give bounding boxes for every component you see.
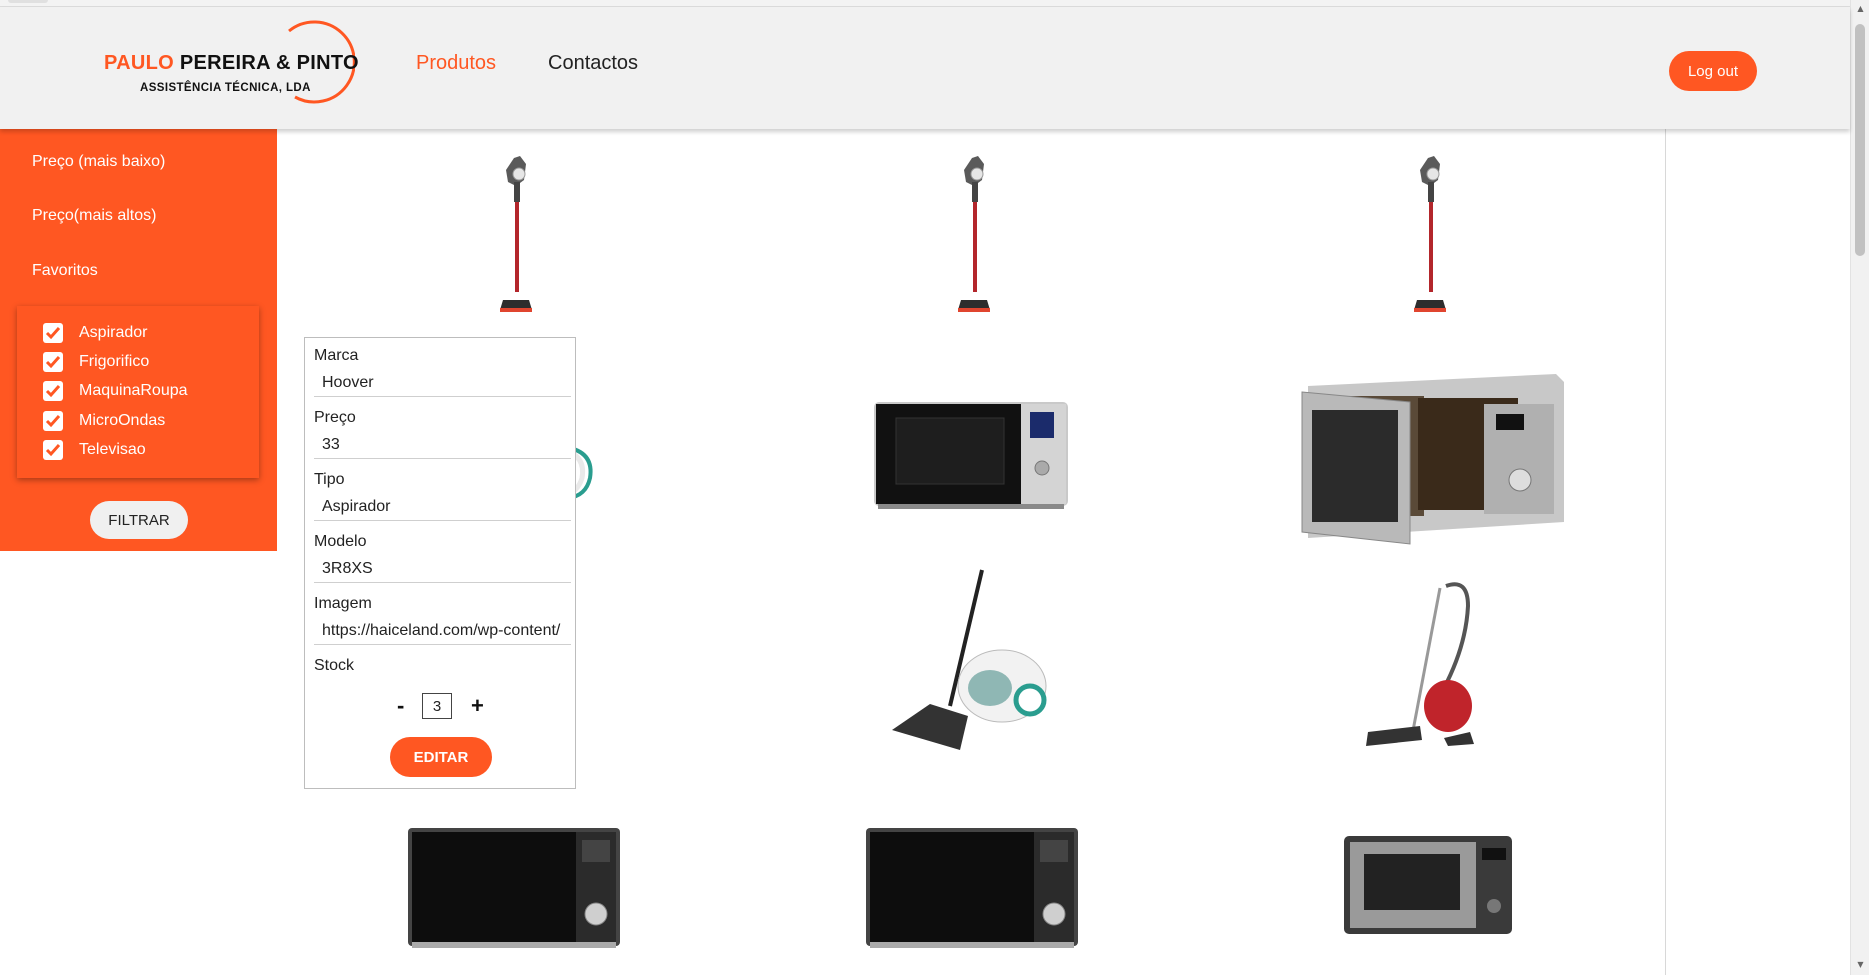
- checkbox[interactable]: [43, 381, 63, 401]
- checkmark-icon: [45, 415, 61, 428]
- microwave-black-icon[interactable]: [864, 826, 1080, 952]
- modelo-label: Modelo: [314, 533, 367, 550]
- checkmark-icon: [45, 385, 61, 398]
- nav-contactos-link[interactable]: Contactos: [548, 52, 638, 75]
- filter-aspirador[interactable]: Aspirador: [43, 322, 147, 344]
- site-header: PAULO PEREIRA & PINTO ASSISTÊNCIA TÉCNIC…: [0, 7, 1850, 129]
- checkbox[interactable]: [43, 352, 63, 372]
- microwave-grey-icon[interactable]: [1342, 834, 1514, 938]
- checkmark-icon: [45, 444, 61, 457]
- stock-value-field[interactable]: 3: [422, 693, 452, 719]
- stick-vacuum-icon[interactable]: [1400, 152, 1460, 322]
- sort-price-high-link[interactable]: Preço(mais altos): [32, 207, 156, 225]
- page-scrollbar[interactable]: ▲ ▼: [1850, 0, 1869, 975]
- filter-televisao[interactable]: Televisao: [43, 439, 146, 461]
- stock-decrement-button[interactable]: -: [397, 693, 404, 719]
- filter-label: MaquinaRoupa: [79, 382, 188, 399]
- imagem-label: Imagem: [314, 595, 372, 612]
- browser-top-strip: [0, 0, 1850, 7]
- company-logo[interactable]: PAULO PEREIRA & PINTO ASSISTÊNCIA TÉCNIC…: [104, 19, 364, 119]
- microwave-black-icon[interactable]: [872, 400, 1070, 512]
- scrollbar-thumb[interactable]: [1855, 24, 1865, 256]
- canister-vacuum-icon[interactable]: [890, 566, 1052, 754]
- filter-label: MicroOndas: [79, 412, 166, 429]
- modelo-field[interactable]: [314, 555, 571, 583]
- canister-vacuum-red-icon[interactable]: [1360, 576, 1490, 756]
- filter-frigorifico[interactable]: Frigorifico: [43, 351, 149, 373]
- logo-name: PAULO PEREIRA & PINTO: [104, 52, 359, 75]
- favorites-link[interactable]: Favoritos: [32, 262, 98, 280]
- browser-tab-stub: [8, 0, 48, 3]
- sort-price-low-link[interactable]: Preço (mais baixo): [32, 153, 165, 171]
- stock-label: Stock: [314, 657, 355, 674]
- marca-field[interactable]: [314, 369, 571, 397]
- checkbox[interactable]: [43, 323, 63, 343]
- stock-increment-button[interactable]: +: [471, 693, 484, 719]
- nav-produtos-link[interactable]: Produtos: [416, 52, 496, 75]
- preco-label: Preço: [314, 409, 356, 426]
- logout-button[interactable]: Log out: [1669, 51, 1757, 91]
- filter-label: Aspirador: [79, 324, 148, 341]
- edit-product-button[interactable]: EDITAR: [390, 737, 492, 777]
- logo-subtitle: ASSISTÊNCIA TÉCNICA, LDA: [140, 82, 311, 94]
- logo-name-rest: PEREIRA & PINTO: [179, 52, 359, 74]
- stick-vacuum-icon[interactable]: [944, 152, 1004, 322]
- logo-name-accent: PAULO: [104, 52, 175, 74]
- filter-microondas[interactable]: MicroOndas: [43, 410, 165, 432]
- filter-button[interactable]: FILTRAR: [90, 501, 188, 539]
- preco-field[interactable]: [314, 431, 571, 459]
- tipo-label: Tipo: [314, 471, 345, 488]
- filter-maquinaroupa[interactable]: MaquinaRoupa: [43, 380, 188, 402]
- scroll-down-icon[interactable]: ▼: [1851, 960, 1869, 969]
- tipo-field[interactable]: [314, 493, 571, 521]
- microwave-black-icon[interactable]: [406, 826, 622, 952]
- scroll-up-icon[interactable]: ▲: [1851, 4, 1869, 13]
- filter-sidebar: Preço (mais baixo) Preço(mais altos) Fav…: [0, 129, 277, 551]
- imagem-url-field[interactable]: [314, 617, 571, 645]
- checkmark-icon: [45, 327, 61, 340]
- product-edit-card: Marca Preço Tipo Modelo Imagem Stock - 3…: [304, 337, 576, 789]
- microwave-silver-open-icon[interactable]: [1294, 362, 1568, 550]
- checkmark-icon: [45, 356, 61, 369]
- checkbox[interactable]: [43, 411, 63, 431]
- checkbox[interactable]: [43, 440, 63, 460]
- filter-label: Televisao: [79, 441, 146, 458]
- marca-label: Marca: [314, 347, 359, 364]
- filter-label: Frigorifico: [79, 353, 150, 370]
- category-filter-box: Aspirador Frigorifico MaquinaRoupa Micro…: [17, 306, 259, 478]
- stick-vacuum-icon[interactable]: [486, 152, 546, 322]
